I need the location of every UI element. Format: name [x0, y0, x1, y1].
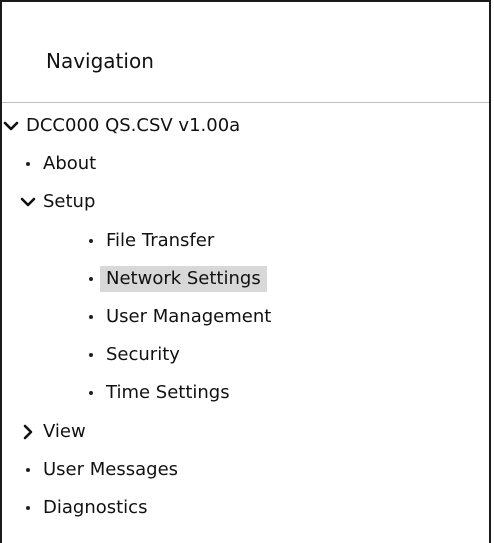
chevron-down-icon[interactable] [2, 117, 20, 135]
bullet-icon [19, 461, 37, 479]
tree-node-setup[interactable]: Setup [19, 187, 101, 217]
tree-node-file-transfer-label: File Transfer [106, 230, 215, 251]
bullet-icon [82, 232, 100, 250]
tree-node-view-label: View [43, 421, 86, 442]
tree-node-network-settings-label: Network Settings [100, 266, 267, 292]
navigation-panel: Navigation DCC000 QS.CSV v1.00a About Se… [0, 0, 491, 543]
tree-node-user-messages[interactable]: User Messages [19, 455, 184, 485]
bullet-icon [19, 155, 37, 173]
tree-node-about[interactable]: About [19, 149, 102, 179]
chevron-right-icon[interactable] [19, 423, 37, 441]
tree-node-about-label: About [43, 153, 97, 174]
navigation-title: Navigation [46, 49, 154, 73]
tree-node-diagnostics[interactable]: Diagnostics [19, 493, 153, 523]
tree-node-diagnostics-label: Diagnostics [43, 497, 148, 518]
bullet-icon [82, 346, 100, 364]
tree-node-network-settings[interactable]: Network Settings [82, 264, 267, 294]
bullet-icon [19, 499, 37, 517]
navigation-header: Navigation [2, 2, 489, 103]
tree-node-view[interactable]: View [19, 417, 92, 447]
tree-node-user-messages-label: User Messages [43, 459, 179, 480]
tree-node-file-transfer[interactable]: File Transfer [82, 226, 220, 256]
tree-node-setup-label: Setup [43, 191, 96, 212]
tree-node-time-settings-label: Time Settings [106, 382, 230, 403]
tree-node-security-label: Security [106, 344, 180, 365]
tree-node-user-management-label: User Management [106, 306, 272, 327]
tree-node-security[interactable]: Security [82, 340, 186, 370]
bullet-icon [82, 384, 100, 402]
tree-node-root[interactable]: DCC000 QS.CSV v1.00a [2, 111, 246, 141]
tree-node-user-management[interactable]: User Management [82, 302, 277, 332]
bullet-icon [82, 270, 100, 288]
tree-node-root-label: DCC000 QS.CSV v1.00a [26, 115, 241, 136]
chevron-down-icon[interactable] [19, 193, 37, 211]
tree-node-time-settings[interactable]: Time Settings [82, 378, 236, 408]
bullet-icon [82, 308, 100, 326]
